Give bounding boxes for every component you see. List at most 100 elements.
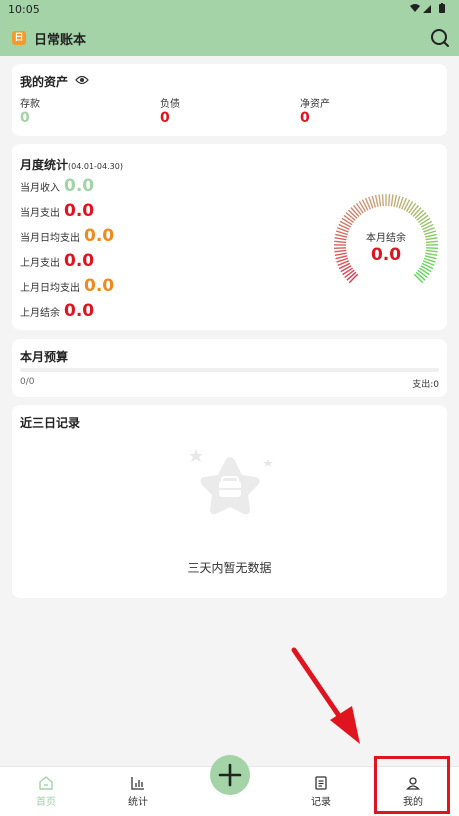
gauge-tick — [343, 214, 355, 224]
stat-value: 0.0 — [64, 201, 95, 221]
stat-row-last-expense: 上月支出 0.0 — [20, 251, 94, 273]
gauge-tick — [395, 195, 401, 208]
gauge-tick — [355, 202, 364, 214]
gauge-tick — [425, 240, 438, 244]
stat-label: 上月支出 — [20, 258, 60, 269]
gauge-tick — [416, 212, 427, 221]
wifi-signal-battery-icon — [410, 3, 445, 13]
gauge-tick — [334, 247, 347, 250]
nav-records-label: 记录 — [311, 797, 331, 808]
app-title: 日常账本 — [34, 33, 87, 48]
gauge-tick — [374, 194, 379, 207]
monthly-title: 月度统计 — [20, 158, 69, 172]
budget-spent-text: 支出:0 — [412, 380, 439, 390]
gauge-tick — [381, 194, 385, 207]
gauge-tick — [413, 273, 424, 284]
annotation-arrow-icon — [291, 647, 360, 744]
stat-row-expense: 当月支出 0.0 — [20, 201, 94, 223]
recent-title: 近三日记录 — [20, 416, 81, 430]
gauge-tick — [415, 271, 426, 281]
gauge-tick — [353, 204, 362, 216]
recent-records-card[interactable]: 近三日记录 三天内暂无数据 — [12, 405, 447, 598]
gauge-tick — [334, 249, 347, 253]
gauge-tick — [390, 194, 394, 207]
app-header: 10:05 日 日常账本 — [0, 0, 459, 56]
gauge-tick — [387, 194, 391, 207]
stat-row-last-balance: 上月结余 0.0 — [20, 301, 94, 323]
net-assets-label: 净资产 — [300, 99, 330, 110]
stat-row-income: 当月收入 0.0 — [20, 176, 94, 198]
net-assets-value: 0 — [300, 110, 310, 126]
eye-icon[interactable] — [75, 74, 89, 86]
annotation-highlight-box — [374, 756, 450, 814]
gauge-tick — [417, 269, 428, 279]
nav-home-label: 首页 — [36, 797, 56, 808]
gauge-tick — [393, 194, 398, 207]
gauge-tick — [414, 209, 425, 219]
gauge-tick — [334, 252, 347, 256]
nav-stats[interactable]: 统计 — [108, 771, 168, 808]
empty-star-icon — [189, 449, 273, 515]
stat-label: 上月结余 — [20, 308, 60, 319]
chart-icon — [131, 777, 144, 790]
empty-text: 三天内暂无数据 — [187, 561, 272, 575]
debt-value: 0 — [160, 110, 170, 126]
stat-row-daily-avg: 当月日均支出 0.0 — [20, 226, 114, 248]
gauge-tick — [346, 271, 357, 281]
assets-title: 我的资产 — [20, 75, 69, 89]
nav-stats-label: 统计 — [128, 797, 148, 808]
document-icon — [315, 776, 327, 790]
gauge-tick — [425, 237, 438, 241]
add-record-button[interactable] — [210, 755, 250, 795]
gauge-tick — [408, 202, 417, 214]
stat-row-last-daily-avg: 上月日均支出 0.0 — [20, 276, 114, 298]
status-icons — [409, 3, 449, 17]
gauge-tick — [371, 195, 377, 208]
status-time: 10:05 — [8, 3, 40, 16]
nav-home[interactable]: 首页 — [16, 771, 76, 808]
gauge-tick — [378, 194, 382, 207]
budget-card[interactable]: 本月预算 0/0 支出:0 — [12, 339, 447, 397]
gauge-label: 本月结余 — [366, 233, 406, 244]
gauge-tick — [424, 255, 437, 260]
gauge-tick — [410, 204, 419, 216]
stat-value: 0.0 — [64, 301, 95, 321]
nav-records[interactable]: 记录 — [291, 771, 351, 808]
deposit-label: 存款 — [20, 99, 40, 110]
gauge-tick — [417, 214, 429, 224]
gauge-value: 0.0 — [370, 245, 402, 265]
search-icon — [431, 29, 449, 47]
budget-progress-bar — [20, 368, 439, 372]
gauge-tick — [348, 273, 359, 284]
gauge-tick — [344, 269, 355, 279]
gauge-tick — [334, 240, 347, 244]
gauge-tick — [412, 207, 422, 217]
stat-label: 当月收入 — [20, 183, 60, 194]
stat-value: 0.0 — [84, 276, 115, 296]
gauge-tick — [424, 233, 437, 238]
stat-value: 0.0 — [64, 251, 95, 271]
stat-value: 0.0 — [84, 226, 115, 246]
assets-card[interactable]: 我的资产 存款 0 负债 0 净资产 0 — [12, 64, 447, 136]
gauge-tick — [345, 212, 356, 221]
app-logo-icon: 日 — [12, 31, 26, 45]
gauge-tick — [425, 247, 438, 250]
budget-progress-text: 0/0 — [20, 377, 35, 387]
gauge-tick — [334, 237, 347, 241]
search-button[interactable] — [429, 27, 451, 49]
monthly-range: (04.01-04.30) — [68, 162, 123, 171]
monthly-stats-card[interactable]: 月度统计(04.01-04.30) 当月收入 0.0 当月支出 0.0 当月日均… — [12, 144, 447, 330]
gauge-tick — [425, 252, 438, 256]
gauge-tick — [425, 249, 438, 253]
stat-value: 0.0 — [64, 176, 95, 196]
debt-label: 负债 — [160, 99, 180, 110]
stat-label: 当月支出 — [20, 208, 60, 219]
home-icon — [39, 776, 53, 790]
gauge-tick — [347, 209, 358, 219]
plus-icon — [218, 763, 242, 787]
gauge-tick — [350, 207, 360, 217]
budget-title: 本月预算 — [20, 350, 69, 364]
stat-label: 上月日均支出 — [20, 283, 80, 294]
monthly-title-group: 月度统计(04.01-04.30) — [20, 154, 123, 173]
stat-label: 当月日均支出 — [20, 233, 80, 244]
